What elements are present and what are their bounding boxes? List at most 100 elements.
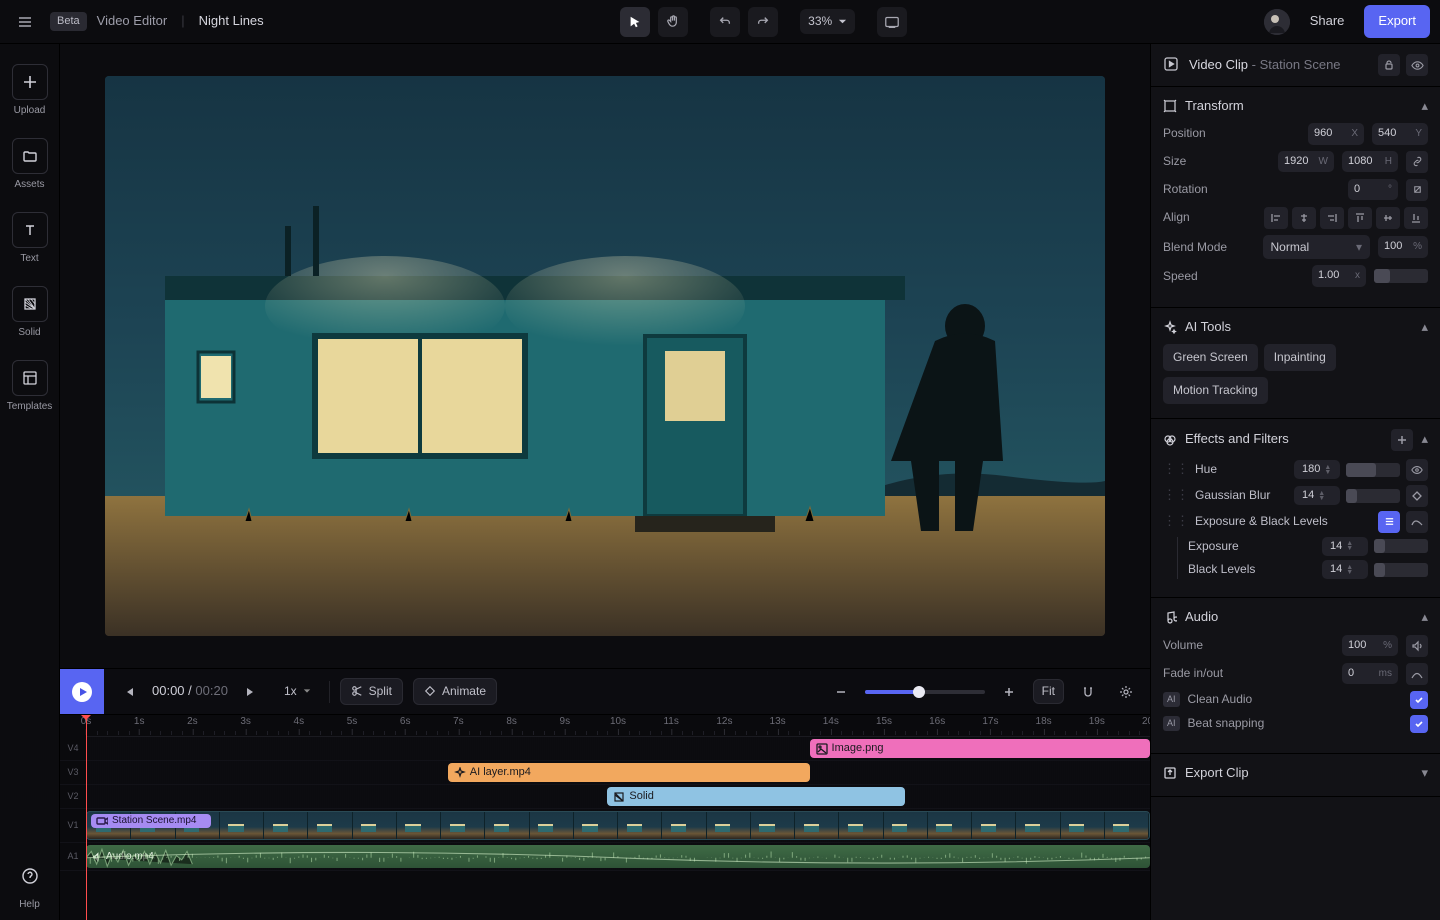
help-tool[interactable]: Help [0, 850, 60, 920]
pos-x-input[interactable]: 960X [1308, 123, 1364, 144]
blur-keyframe[interactable] [1406, 485, 1428, 507]
text-tool[interactable]: Text [0, 204, 60, 274]
split-button[interactable]: Split [340, 678, 403, 705]
avatar[interactable] [1264, 9, 1290, 35]
align-bottom[interactable] [1404, 207, 1428, 229]
fade-curve-button[interactable] [1406, 663, 1428, 685]
collapse-effects[interactable]: ▴ [1421, 430, 1428, 448]
fit-button[interactable]: Fit [1033, 679, 1064, 704]
hand-tool[interactable] [658, 7, 688, 37]
green-screen-button[interactable]: Green Screen [1163, 344, 1258, 371]
zoom-slider[interactable] [865, 690, 985, 694]
timeline[interactable]: 0s1s2s3s4s5s6s7s8s9s10s11s12s13s14s15s16… [60, 714, 1150, 920]
hue-input[interactable]: 180▲▼ [1294, 460, 1340, 479]
clip-solid[interactable]: Solid [607, 787, 905, 806]
export-button[interactable]: Export [1364, 5, 1430, 37]
hue-visibility[interactable] [1406, 459, 1428, 481]
fullscreen-button[interactable] [877, 7, 907, 37]
video-icon [96, 815, 108, 827]
snap-button[interactable] [1074, 678, 1102, 706]
assets-tool[interactable]: Assets [0, 130, 60, 200]
track-v4[interactable]: V4 Image.png [60, 737, 1150, 761]
speed-slider[interactable] [1374, 269, 1428, 283]
play-button[interactable] [60, 669, 104, 715]
pos-y-input[interactable]: 540Y [1372, 123, 1428, 144]
share-button[interactable]: Share [1300, 6, 1355, 36]
blur-slider[interactable] [1346, 489, 1400, 503]
settings-button[interactable] [1112, 678, 1140, 706]
collapse-transform[interactable]: ▴ [1421, 97, 1428, 115]
rotation-input[interactable]: 0° [1348, 179, 1398, 200]
track-v1[interactable]: V1 Station Scene.mp4 [60, 809, 1150, 843]
size-h-input[interactable]: 1080H [1342, 151, 1398, 172]
redo-button[interactable] [748, 7, 778, 37]
templates-tool[interactable]: Templates [0, 352, 60, 422]
menu-button[interactable] [10, 7, 40, 37]
opacity-input[interactable]: 100% [1378, 236, 1428, 257]
fade-input[interactable]: 0ms [1342, 663, 1398, 684]
lock-button[interactable] [1378, 54, 1400, 76]
ruler-tick: 19s [1089, 715, 1105, 729]
black-slider[interactable] [1374, 563, 1428, 577]
speaker-icon [1411, 640, 1423, 652]
clip-audio[interactable]: Audio.mp4 [86, 845, 1150, 868]
clip-label-station: Station Scene.mp4 [91, 814, 211, 828]
size-w-input[interactable]: 1920W [1278, 151, 1334, 172]
align-right[interactable] [1320, 207, 1344, 229]
blend-mode-select[interactable]: Normal▾ [1263, 235, 1371, 260]
collapse-ai[interactable]: ▴ [1421, 318, 1428, 336]
motion-tracking-button[interactable]: Motion Tracking [1163, 377, 1268, 404]
canvas-area[interactable] [60, 44, 1150, 668]
hue-slider[interactable] [1346, 463, 1400, 477]
align-center-h[interactable] [1292, 207, 1316, 229]
inpainting-button[interactable]: Inpainting [1264, 344, 1336, 371]
exposure-input[interactable]: 14▲▼ [1322, 537, 1368, 556]
speed-dropdown[interactable]: 1x [276, 679, 319, 704]
properties-panel: Video Clip - Station Scene Transform ▴ P… [1150, 44, 1440, 920]
volume-input[interactable]: 100% [1342, 635, 1398, 656]
beat-snap-toggle[interactable] [1410, 715, 1428, 733]
playhead[interactable] [86, 715, 87, 920]
prev-frame-button[interactable] [114, 678, 142, 706]
zoom-in-button[interactable] [995, 678, 1023, 706]
project-name[interactable]: Night Lines [199, 12, 264, 30]
clip-ai-layer[interactable]: AI layer.mp4 [448, 763, 810, 782]
visibility-button[interactable] [1406, 54, 1428, 76]
ruler-tick: 1s [134, 715, 145, 729]
eye-icon [1411, 59, 1424, 72]
clip-image[interactable]: Image.png [810, 739, 1150, 758]
black-input[interactable]: 14▲▼ [1322, 560, 1368, 579]
lock-aspect-button[interactable] [1406, 151, 1428, 173]
track-v2[interactable]: V2 Solid [60, 785, 1150, 809]
track-a1[interactable]: A1 Audio.mp4 [60, 843, 1150, 871]
track-v3[interactable]: V3 AI layer.mp4 [60, 761, 1150, 785]
mute-button[interactable] [1406, 635, 1428, 657]
align-top[interactable] [1348, 207, 1372, 229]
next-frame-button[interactable] [238, 678, 266, 706]
exposure-settings[interactable] [1378, 511, 1400, 533]
clean-audio-toggle[interactable] [1410, 691, 1428, 709]
zoom-dropdown[interactable]: 33% [800, 9, 855, 34]
cursor-tool[interactable] [620, 7, 650, 37]
clip-station-scene[interactable]: Station Scene.mp4 [86, 811, 1150, 840]
collapse-export[interactable]: ▾ [1421, 764, 1428, 782]
align-left[interactable] [1264, 207, 1288, 229]
play-square-icon [1163, 56, 1181, 74]
link-icon [1412, 156, 1423, 167]
solid-tool[interactable]: Solid [0, 278, 60, 348]
undo-button[interactable] [710, 7, 740, 37]
exposure-curve[interactable] [1406, 511, 1428, 533]
speed-input[interactable]: 1.00x [1312, 265, 1366, 286]
animate-button[interactable]: Animate [413, 678, 497, 705]
collapse-audio[interactable]: ▴ [1421, 608, 1428, 626]
blur-input[interactable]: 14▲▼ [1294, 486, 1340, 505]
timeline-ruler[interactable]: 0s1s2s3s4s5s6s7s8s9s10s11s12s13s14s15s16… [86, 715, 1150, 737]
zoom-out-button[interactable] [827, 678, 855, 706]
preview-viewport[interactable] [105, 76, 1105, 636]
align-center-v[interactable] [1376, 207, 1400, 229]
add-effect-button[interactable] [1391, 429, 1413, 451]
rotation-reset[interactable] [1406, 179, 1428, 201]
ruler-tick: 8s [506, 715, 517, 729]
exposure-slider[interactable] [1374, 539, 1428, 553]
upload-tool[interactable]: Upload [0, 56, 60, 126]
